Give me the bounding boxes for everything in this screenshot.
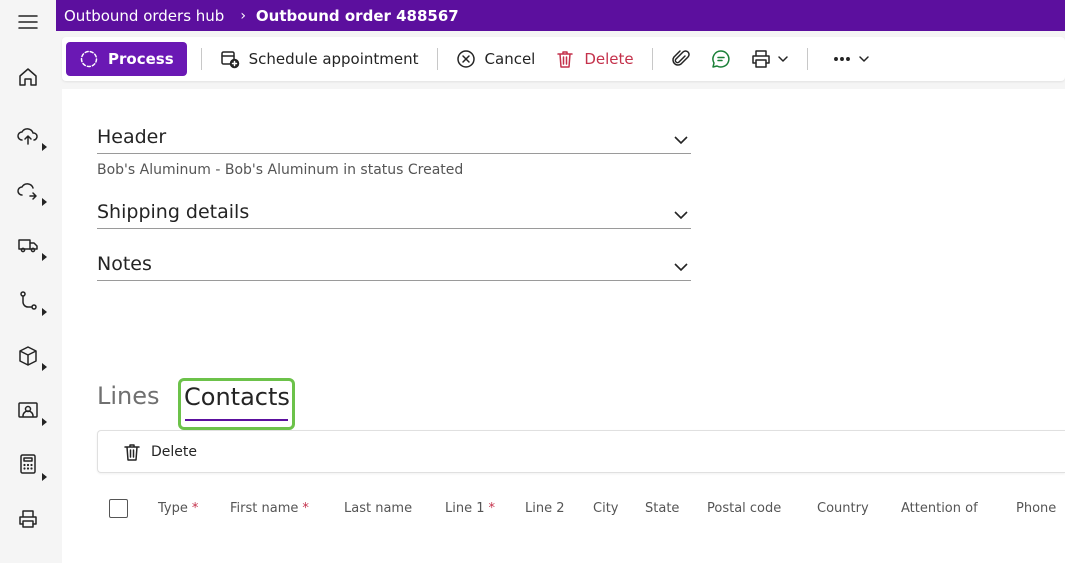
tab-contacts[interactable]: Contacts: [178, 378, 295, 430]
left-nav-rail: [0, 0, 56, 563]
calculator-icon[interactable]: [14, 450, 42, 478]
delete-label: Delete: [584, 50, 634, 68]
contact-card-icon[interactable]: [14, 396, 42, 424]
expand-caret-icon[interactable]: [42, 473, 47, 481]
chevron-down-icon: [777, 56, 788, 62]
tab-lines[interactable]: Lines: [97, 382, 160, 410]
expand-caret-icon[interactable]: [42, 253, 47, 261]
process-button[interactable]: Process: [66, 42, 187, 76]
column-label: Type: [158, 501, 188, 516]
schedule-appointment-button[interactable]: Schedule appointment: [210, 42, 429, 76]
process-icon: [80, 50, 98, 68]
contacts-grid-toolbar: Delete: [97, 430, 1065, 473]
column-label: Phone: [1016, 501, 1057, 516]
column-header-attention-of[interactable]: Attention of: [901, 501, 978, 516]
column-label: City: [593, 501, 619, 516]
column-header-first-name[interactable]: First name *: [230, 501, 309, 516]
section-header[interactable]: Header: [97, 122, 691, 154]
column-header-line-2[interactable]: Line 2: [525, 501, 565, 516]
column-label: Postal code: [707, 501, 782, 516]
action-toolbar: Process Schedule appointment Cancel Dele…: [62, 37, 1065, 81]
schedule-appointment-label: Schedule appointment: [248, 50, 419, 68]
printer-icon: [751, 50, 770, 68]
upload-icon[interactable]: [14, 122, 42, 150]
required-marker: *: [302, 501, 309, 516]
chevron-right-icon: ›: [240, 7, 246, 24]
column-label: Country: [817, 501, 869, 516]
chevron-down-icon[interactable]: [673, 132, 689, 148]
header-summary: Bob's Aluminum - Bob's Aluminum in statu…: [97, 162, 464, 178]
column-label: Last name: [344, 501, 413, 516]
contacts-grid-header: Type * First name * Last name Line 1 * Line…: [97, 484, 1065, 532]
expand-caret-icon[interactable]: [42, 198, 47, 206]
column-label: Attention of: [901, 501, 978, 516]
section-title: Shipping details: [97, 201, 250, 223]
column-header-city[interactable]: City: [593, 501, 618, 516]
column-header-last-name[interactable]: Last name: [344, 501, 412, 516]
select-all-checkbox[interactable]: [109, 499, 128, 518]
section-shipping-details[interactable]: Shipping details: [97, 197, 691, 229]
toolbar-divider: [200, 48, 202, 70]
required-marker: *: [191, 501, 199, 516]
refresh-icon[interactable]: [14, 177, 42, 205]
truck-icon[interactable]: [14, 231, 42, 259]
cancel-label: Cancel: [484, 50, 536, 68]
section-title: Header: [97, 126, 167, 148]
cancel-circle-icon: [456, 50, 475, 68]
top-bar: Outbound orders hub › Outbound order 488…: [56, 0, 1065, 31]
trash-icon: [557, 51, 574, 68]
chevron-down-icon[interactable]: [673, 259, 689, 275]
home-icon[interactable]: [14, 63, 42, 91]
main-content: Header Bob's Aluminum - Bob's Aluminum i…: [62, 89, 1065, 563]
route-icon[interactable]: [14, 287, 42, 315]
required-marker: *: [488, 501, 496, 516]
expand-caret-icon[interactable]: [42, 143, 47, 151]
more-icon: [833, 57, 850, 61]
breadcrumb-parent[interactable]: Outbound orders hub: [64, 7, 224, 25]
paperclip-icon: [671, 50, 690, 66]
column-label: State: [645, 501, 680, 516]
more-options-button[interactable]: [816, 42, 880, 76]
column-header-type[interactable]: Type *: [158, 501, 198, 516]
attach-button[interactable]: [661, 42, 701, 76]
process-label: Process: [108, 50, 174, 68]
column-label: Line 1: [445, 501, 485, 516]
column-header-phone[interactable]: Phone: [1016, 501, 1056, 516]
expand-caret-icon[interactable]: [42, 363, 47, 371]
toolbar-divider: [806, 48, 808, 70]
page-title: Outbound order 488567: [255, 6, 459, 25]
column-label: Line 2: [525, 501, 565, 516]
chat-icon: [711, 50, 730, 68]
column-header-postal-code[interactable]: Postal code: [707, 501, 781, 516]
tab-contacts-label: Contacts: [184, 383, 290, 411]
selected-tab-indicator: [185, 419, 288, 421]
chevron-down-icon[interactable]: [673, 207, 689, 223]
expand-caret-icon[interactable]: [42, 308, 47, 316]
contacts-delete-button[interactable]: Delete: [98, 435, 207, 469]
chevron-down-icon: [858, 56, 869, 62]
column-header-country[interactable]: Country: [817, 501, 869, 516]
contacts-delete-label: Delete: [151, 443, 197, 460]
column-label: First name: [230, 501, 299, 516]
section-notes[interactable]: Notes: [97, 249, 691, 281]
box-icon[interactable]: [14, 342, 42, 370]
column-header-state[interactable]: State: [645, 501, 679, 516]
toolbar-divider: [651, 48, 653, 70]
trash-icon: [124, 443, 140, 461]
cancel-button[interactable]: Cancel: [446, 42, 546, 76]
column-header-line-1[interactable]: Line 1 *: [445, 501, 495, 516]
expand-caret-icon[interactable]: [42, 418, 47, 426]
section-title: Notes: [97, 253, 152, 275]
delete-button[interactable]: Delete: [545, 42, 643, 76]
toolbar-divider: [436, 48, 438, 70]
print-dropdown-button[interactable]: [741, 42, 799, 76]
hamburger-icon[interactable]: [14, 8, 42, 36]
printer-icon[interactable]: [14, 505, 42, 533]
calendar-add-icon: [220, 51, 239, 69]
chat-button[interactable]: [701, 42, 741, 76]
